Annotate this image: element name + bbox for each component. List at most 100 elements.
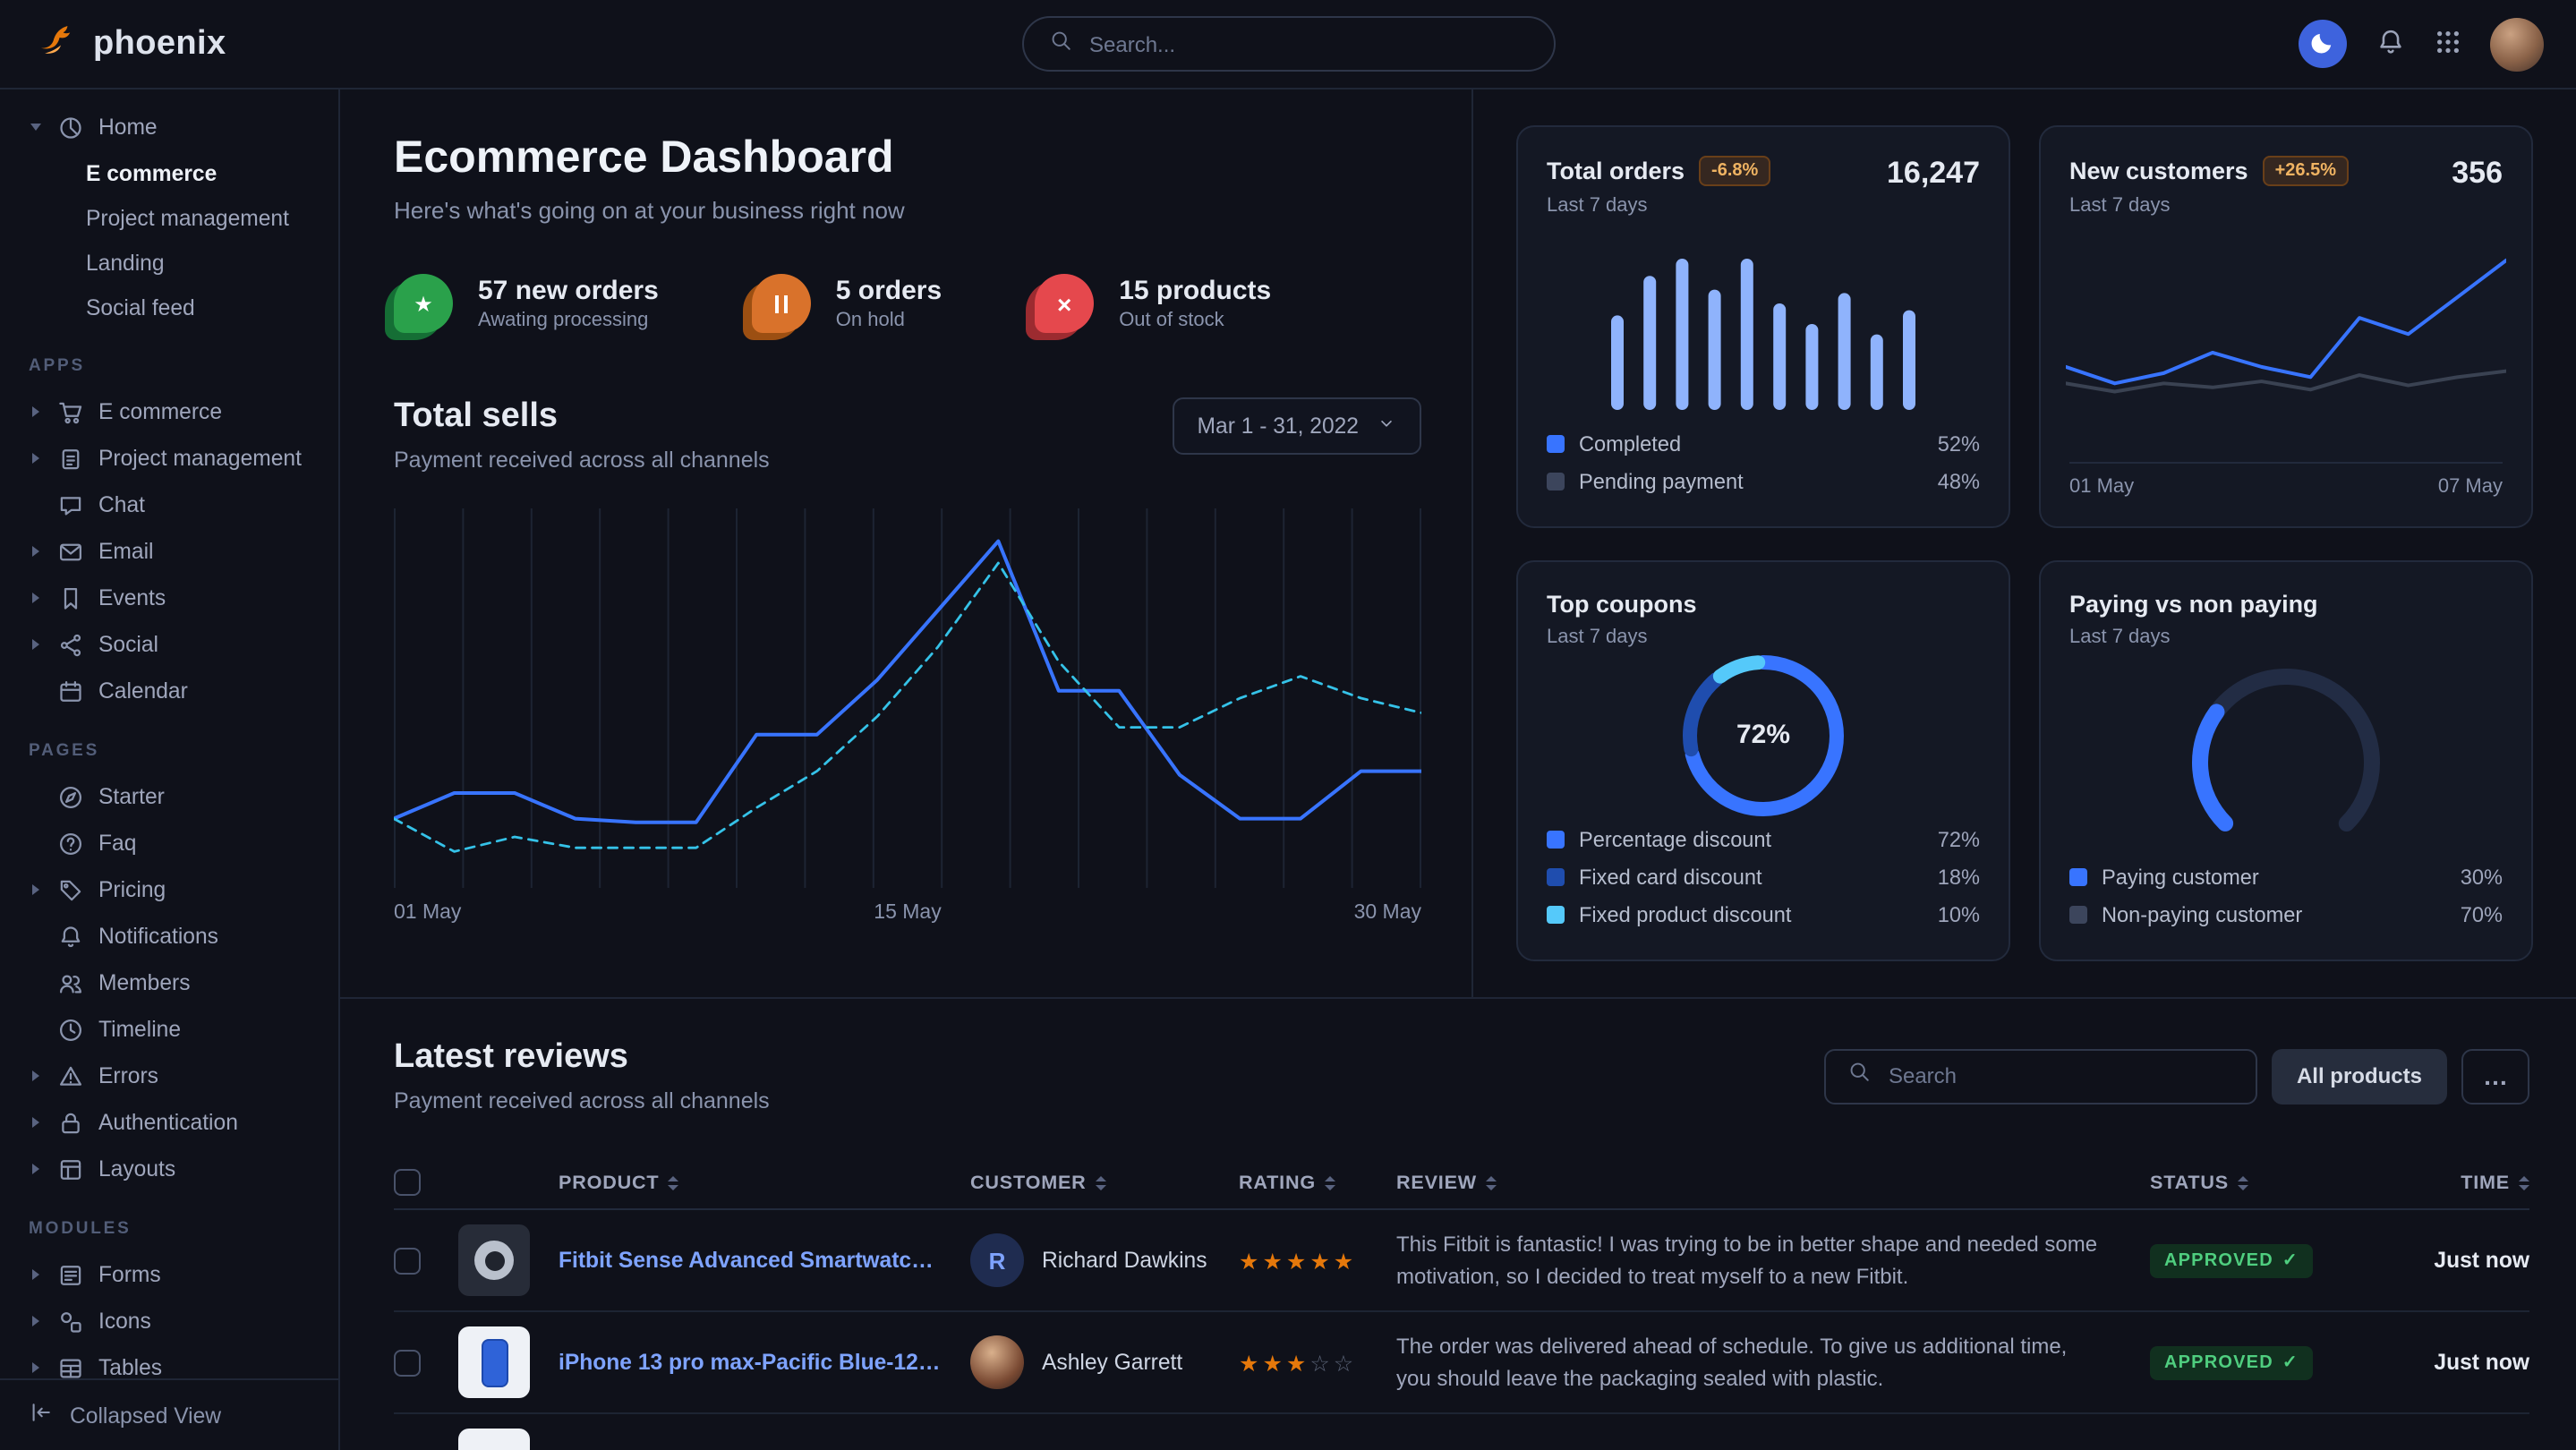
card-title: New customers	[2069, 158, 2248, 184]
product-link[interactable]: iPhone 13 pro max-Pacific Blue-128GB sto…	[559, 1350, 942, 1375]
sidebar-item-social[interactable]: Social	[0, 621, 338, 668]
rating-stars: ★★★★★	[1239, 1247, 1396, 1274]
sidebar-item-notifications[interactable]: Notifications	[0, 913, 338, 960]
caret-right-icon	[31, 1316, 38, 1326]
star-empty-icon: ☆	[1309, 1351, 1333, 1376]
sidebar-item-faq[interactable]: Faq	[0, 820, 338, 866]
customer-cell[interactable]: RRichard Dawkins	[970, 1233, 1239, 1287]
x-label: 30 May	[1354, 902, 1421, 924]
user-avatar[interactable]	[2490, 17, 2544, 71]
sidebar-item-project-management[interactable]: Project management	[0, 195, 338, 240]
reviews-search-input[interactable]	[1885, 1062, 2234, 1090]
sidebar-item-label: Notifications	[98, 924, 218, 949]
sidebar-item-label: Authentication	[98, 1110, 238, 1135]
legend-swatch	[1547, 868, 1565, 886]
legend-swatch	[1547, 831, 1565, 849]
notifications-button[interactable]	[2376, 26, 2406, 62]
column-header-review[interactable]: REVIEW	[1396, 1172, 2150, 1193]
select-all-checkbox[interactable]	[394, 1169, 421, 1196]
sidebar-item-email[interactable]: Email	[0, 528, 338, 575]
check-icon: ✓	[2282, 1353, 2299, 1373]
sort-icon	[1096, 1175, 1106, 1190]
cart-icon	[57, 398, 84, 425]
sidebar-item-errors[interactable]: Errors	[0, 1053, 338, 1099]
star-filled-icon: ★	[1286, 1351, 1309, 1376]
column-header-rating[interactable]: RATING	[1239, 1172, 1396, 1193]
product-thumbnail	[458, 1326, 530, 1398]
customer-cell[interactable]: Ashley Garrett	[970, 1335, 1239, 1389]
sidebar-item-label: Tables	[98, 1355, 162, 1380]
sidebar-item-landing[interactable]: Landing	[0, 240, 338, 285]
sidebar-item-layouts[interactable]: Layouts	[0, 1146, 338, 1192]
column-header-time[interactable]: TIME	[2379, 1172, 2529, 1193]
sidebar-item-pricing[interactable]: Pricing	[0, 866, 338, 913]
product-link[interactable]: Fitbit Sense Advanced Smartwatch with To…	[559, 1248, 942, 1273]
legend-item-fixed-card-discount: Fixed card discount18%	[1547, 861, 1980, 893]
more-options-button[interactable]: …	[2461, 1048, 2529, 1104]
total-sells-header: Total sells Payment received across all …	[394, 397, 1421, 473]
all-products-button[interactable]: All products	[2272, 1048, 2447, 1104]
legend-value: 70%	[2461, 902, 2503, 927]
sidebar-item-timeline[interactable]: Timeline	[0, 1006, 338, 1053]
sidebar-item-e-commerce[interactable]: E commerce	[0, 388, 338, 435]
search-input[interactable]	[1086, 30, 1528, 58]
caret-right-icon	[31, 1269, 38, 1280]
sidebar-item-starter[interactable]: Starter	[0, 773, 338, 820]
coupons-donut-chart: 72%	[1547, 647, 1980, 823]
review-text: This Fitbit is fantastic! I was trying t…	[1396, 1228, 2150, 1292]
legend-label: Fixed card discount	[1579, 865, 1762, 890]
column-header-product[interactable]: PRODUCT	[458, 1172, 970, 1193]
collapse-sidebar-button[interactable]: Collapsed View	[0, 1378, 338, 1450]
legend-value: 52%	[1938, 431, 1980, 456]
status-badge: APPROVED✓	[2150, 1346, 2313, 1380]
share-icon	[57, 631, 84, 658]
sidebar-item-members[interactable]: Members	[0, 960, 338, 1006]
sort-icon	[1325, 1175, 1335, 1190]
sidebar-item-calendar[interactable]: Calendar	[0, 668, 338, 714]
sidebar-item-label: Errors	[98, 1063, 158, 1088]
stat-out-of-stock: ×15 productsOut of stock	[1035, 274, 1271, 333]
star-filled-icon: ★	[1262, 1351, 1285, 1376]
star-filled-icon: ★	[1262, 1249, 1285, 1274]
sidebar-item-forms[interactable]: Forms	[0, 1251, 338, 1298]
legend-label: Fixed product discount	[1579, 902, 1791, 927]
sidebar-item-home[interactable]: Home	[0, 104, 338, 150]
app-root: phoenix HomeE commerceProject management…	[0, 0, 2576, 1450]
new-customers-line-chart	[2066, 231, 2506, 454]
row-checkbox[interactable]	[394, 1349, 421, 1376]
sidebar-item-chat[interactable]: Chat	[0, 482, 338, 528]
legend-label: Paying customer	[2102, 865, 2259, 890]
card-paying-vs-non-paying: Paying vs non paying Last 7 days Paying …	[2039, 559, 2533, 961]
sidebar-item-e-commerce[interactable]: E commerce	[0, 150, 338, 195]
brand[interactable]: phoenix	[32, 16, 226, 72]
sidebar-item-icons[interactable]: Icons	[0, 1298, 338, 1344]
paying-legend: Paying customer30%Non-paying customer70%	[2069, 861, 2503, 931]
sidebar-item-social-feed[interactable]: Social feed	[0, 285, 338, 329]
help-icon	[57, 830, 84, 857]
row-checkbox[interactable]	[394, 1247, 421, 1274]
sidebar-item-authentication[interactable]: Authentication	[0, 1099, 338, 1146]
sidebar-item-label: Calendar	[98, 678, 188, 704]
x-label: 15 May	[874, 902, 941, 924]
status-label: APPROVED	[2164, 1251, 2273, 1271]
date-range-select[interactable]: Mar 1 - 31, 2022	[1173, 397, 1421, 455]
card-total-orders: Total orders -6.8% Last 7 days 16,247 Co…	[1516, 125, 2010, 527]
theme-toggle-button[interactable]	[2299, 20, 2347, 68]
reviews-search[interactable]	[1824, 1048, 2257, 1104]
caret-right-icon	[31, 1117, 38, 1128]
sidebar-item-label: Project management	[98, 446, 302, 471]
column-header-customer[interactable]: CUSTOMER	[970, 1172, 1239, 1193]
page-subtitle: Here's what's going on at your business …	[394, 197, 1421, 224]
sidebar-item-events[interactable]: Events	[0, 575, 338, 621]
legend-swatch	[1547, 472, 1565, 490]
apps-menu-button[interactable]	[2435, 28, 2461, 60]
x-label: 01 May	[394, 902, 461, 924]
x-label: 07 May	[2438, 475, 2503, 497]
sidebar-item-project-management[interactable]: Project management	[0, 435, 338, 482]
column-header-status[interactable]: STATUS	[2150, 1172, 2379, 1193]
sort-icon	[1486, 1175, 1497, 1190]
legend-label: Percentage discount	[1579, 827, 1771, 852]
global-search[interactable]	[1021, 16, 1555, 72]
search-icon	[1847, 1060, 1871, 1092]
layout-icon	[57, 1156, 84, 1182]
